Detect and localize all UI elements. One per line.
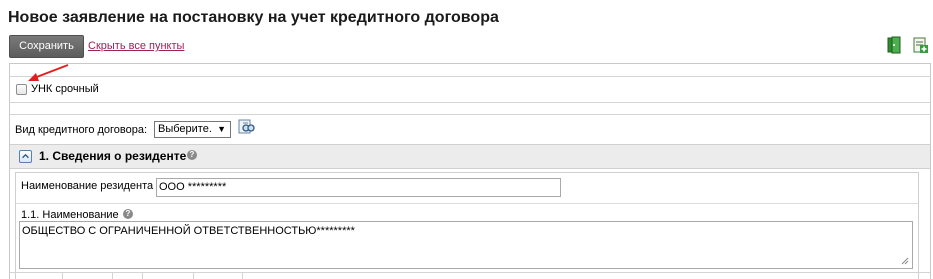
lookup-binoculars-icon[interactable] [238,119,255,135]
full-name-textarea[interactable]: ОБЩЕСТВО С ОГРАНИЧЕННОЙ ОТВЕТСТВЕННОСТЬЮ… [19,221,913,269]
full-name-label: 1.1. Наименование [21,209,119,221]
collapse-section-icon[interactable] [19,150,32,163]
divider [112,272,113,279]
contract-kind-selected: Выберите. [158,123,212,135]
section-title: 1. Сведения о резиденте [39,149,187,163]
divider [9,102,931,103]
exit-door-icon[interactable] [885,36,903,54]
divider [10,272,930,273]
divider [193,272,194,279]
dropdown-arrow-icon: ▼ [217,124,226,134]
divider [16,203,918,204]
divider [9,114,931,115]
annotation-arrow-icon [28,64,69,81]
urgent-checkbox[interactable] [16,84,27,95]
help-icon[interactable]: ? [187,150,197,160]
save-button[interactable]: Сохранить [9,35,84,58]
divider [242,272,243,279]
urgent-checkbox-label: УНК срочный [31,83,99,95]
resize-grip-icon[interactable] [901,257,909,265]
help-icon[interactable]: ? [123,209,133,219]
add-document-icon[interactable] [911,36,929,54]
hide-all-sections-link[interactable]: Скрыть все пункты [88,40,184,52]
contract-kind-label: Вид кредитного договора: [15,124,148,136]
contract-kind-select[interactable]: Выберите. ▼ [154,121,231,138]
divider [9,76,931,77]
resident-name-input[interactable]: ООО ********* [156,178,561,197]
resident-name-label: Наименование резидента [21,180,154,192]
page-title: Новое заявление на постановку на учет кр… [8,9,499,26]
full-name-value: ОБЩЕСТВО С ОГРАНИЧЕННОЙ ОТВЕТСТВЕННОСТЬЮ… [22,225,355,237]
divider [142,272,143,279]
divider [62,272,63,279]
